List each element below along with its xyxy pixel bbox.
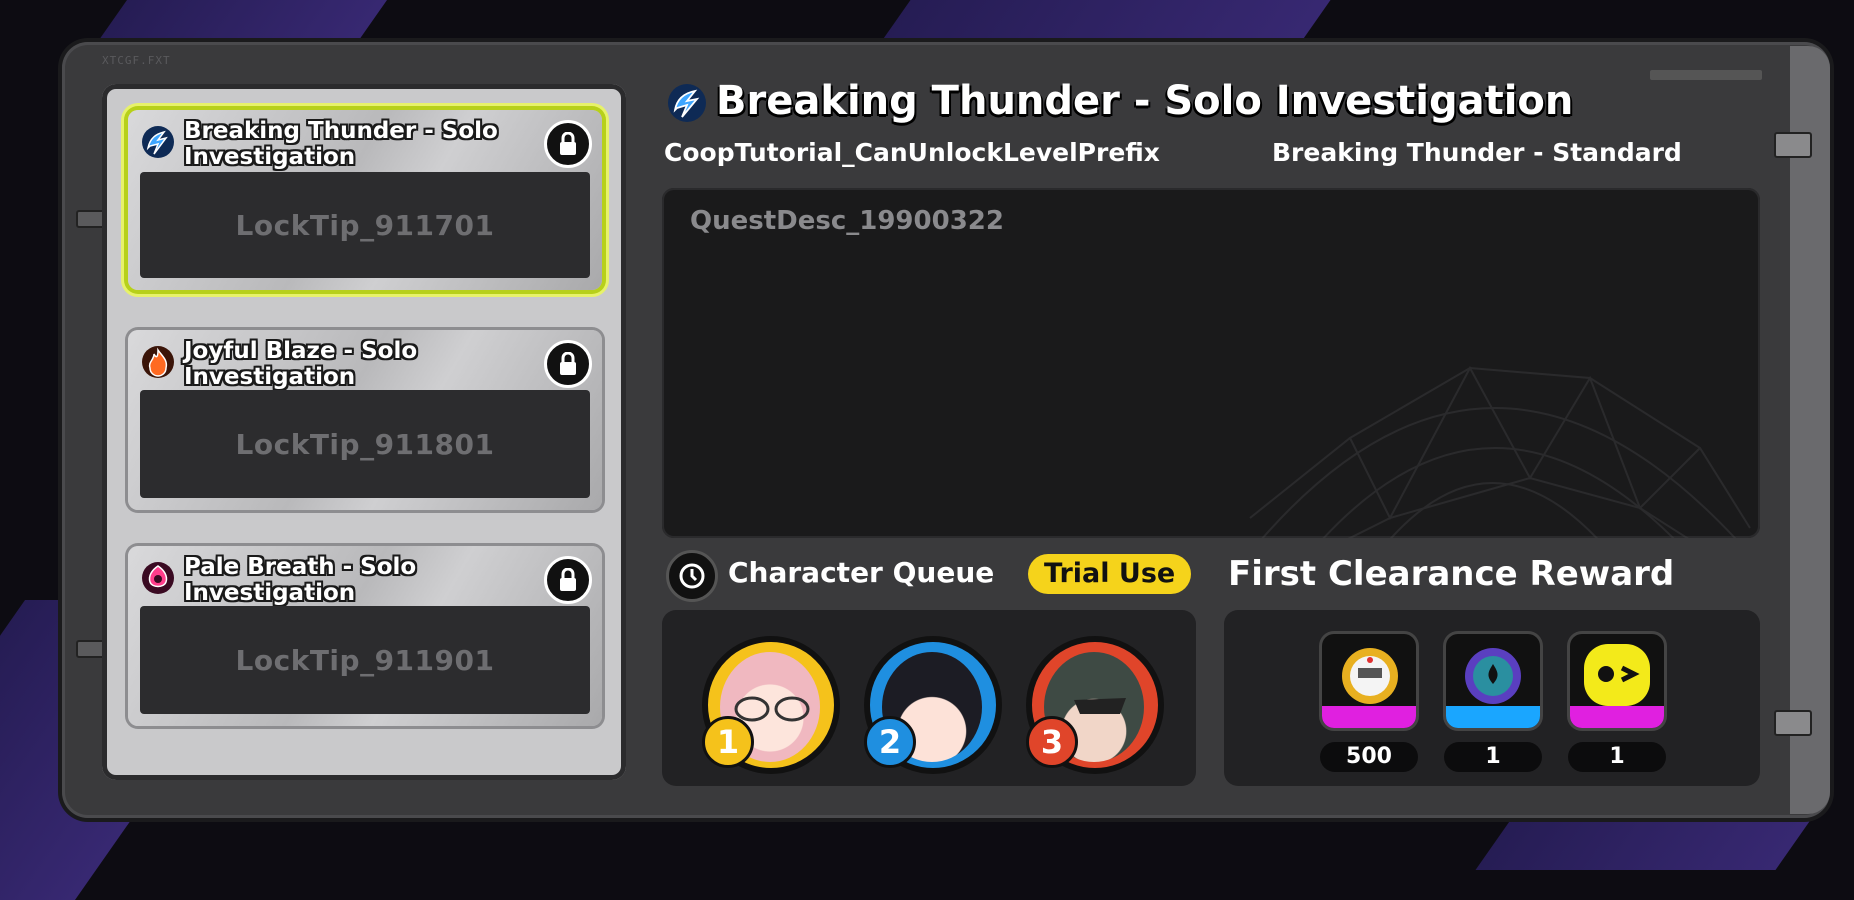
character-queue-label: Character Queue bbox=[728, 556, 995, 589]
queue-slot-number: 2 bbox=[864, 716, 916, 768]
thunder-icon bbox=[668, 84, 706, 122]
lock-tip-box: LockTip_911701 bbox=[140, 172, 590, 278]
unlock-prefix-text: CoopTutorial_CanUnlockLevelPrefix bbox=[664, 138, 1160, 167]
ether-icon bbox=[142, 562, 174, 594]
lock-tip-box: LockTip_911901 bbox=[140, 606, 590, 714]
reward-count: 1 bbox=[1444, 742, 1542, 772]
quest-card-breaking-thunder[interactable]: Breaking Thunder - Solo Investigation Lo… bbox=[128, 110, 602, 290]
lock-tip-text: LockTip_911901 bbox=[235, 643, 495, 677]
frame-clip bbox=[1774, 710, 1812, 736]
frame-side-rail bbox=[1790, 46, 1830, 814]
lock-tip-box: LockTip_911801 bbox=[140, 390, 590, 498]
thunder-icon bbox=[142, 126, 174, 158]
reward-item[interactable] bbox=[1446, 634, 1540, 728]
frame-deco bbox=[1650, 70, 1762, 80]
lock-icon bbox=[544, 556, 592, 604]
difficulty-text: Breaking Thunder - Standard bbox=[1272, 138, 1682, 167]
quest-card-joyful-blaze[interactable]: Joyful Blaze - Solo Investigation LockTi… bbox=[128, 330, 602, 510]
lock-icon bbox=[544, 120, 592, 168]
frame-tag: XTCGF.FXT bbox=[102, 54, 171, 67]
first-clearance-reward-label: First Clearance Reward bbox=[1228, 554, 1675, 594]
reward-count: 1 bbox=[1568, 742, 1666, 772]
queue-icon bbox=[666, 550, 718, 602]
reward-count: 500 bbox=[1320, 742, 1418, 772]
queue-slot-number: 3 bbox=[1026, 716, 1078, 768]
background-stripe bbox=[98, 0, 402, 40]
gear-coin-icon bbox=[1342, 648, 1398, 704]
lock-tip-text: LockTip_911701 bbox=[235, 208, 495, 242]
fire-icon bbox=[142, 346, 174, 378]
dome-wireframe-decoration bbox=[1249, 365, 1751, 538]
quest-card-title: Joyful Blaze - Solo Investigation bbox=[184, 338, 418, 390]
reward-rarity-band bbox=[1322, 706, 1416, 728]
background-stripe bbox=[882, 0, 1338, 40]
lock-icon bbox=[544, 340, 592, 388]
reward-item[interactable] bbox=[1570, 634, 1664, 728]
quest-description-box: QuestDesc_19900322 bbox=[662, 188, 1760, 538]
trial-use-badge: Trial Use bbox=[1028, 554, 1192, 594]
queue-slot-number: 1 bbox=[702, 716, 754, 768]
lock-tip-text: LockTip_911801 bbox=[235, 427, 495, 461]
ether-orb-icon bbox=[1465, 648, 1521, 704]
reward-rarity-band bbox=[1446, 706, 1540, 728]
quest-card-pale-breath[interactable]: Pale Breath - Solo Investigation LockTip… bbox=[128, 546, 602, 726]
quest-detail-title: Breaking Thunder - Solo Investigation bbox=[716, 78, 1574, 124]
quest-card-title: Pale Breath - Solo Investigation bbox=[184, 554, 417, 606]
quest-description: QuestDesc_19900322 bbox=[690, 206, 1004, 236]
quest-card-title: Breaking Thunder - Solo Investigation bbox=[184, 118, 498, 170]
bangboo-face-icon bbox=[1584, 644, 1650, 706]
frame-clip bbox=[1774, 132, 1812, 158]
reward-rarity-band bbox=[1570, 706, 1664, 728]
reward-item[interactable] bbox=[1322, 634, 1416, 728]
